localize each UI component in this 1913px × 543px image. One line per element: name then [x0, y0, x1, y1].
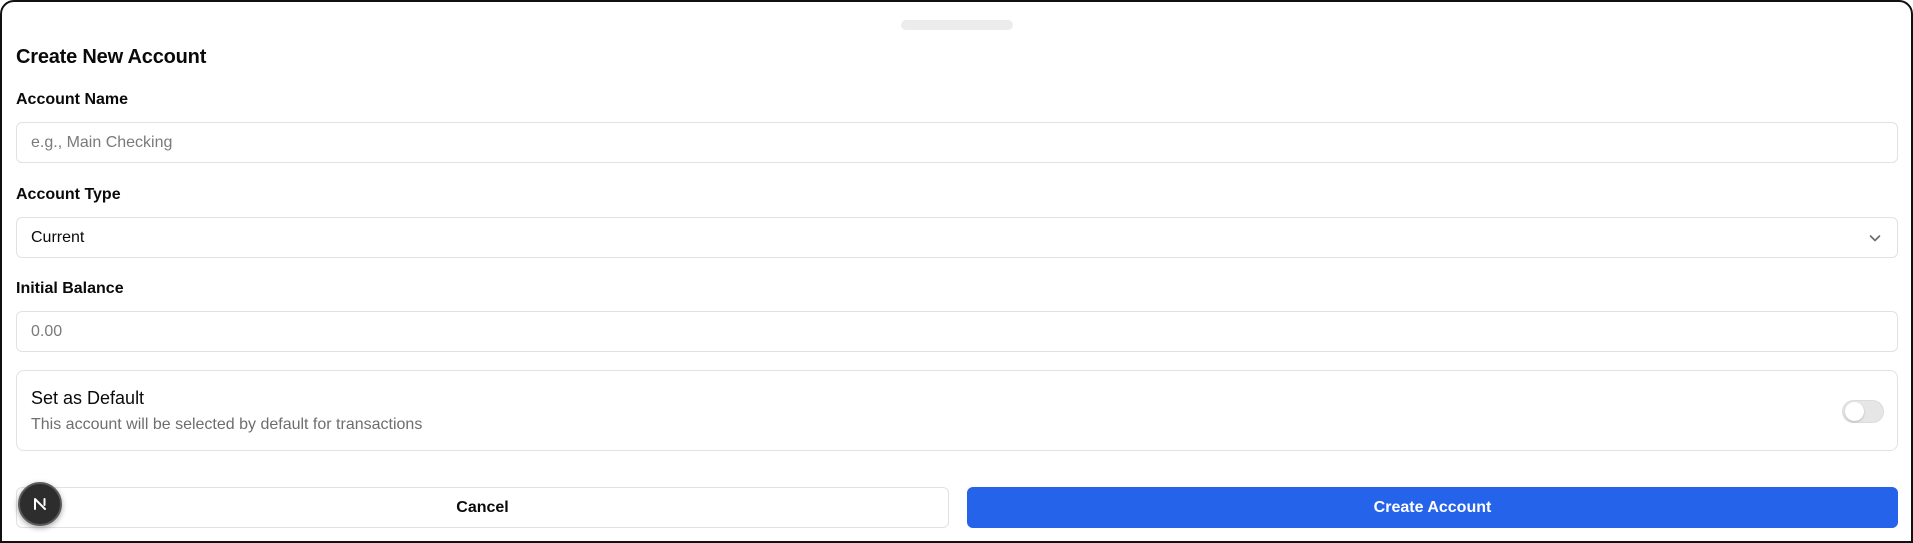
- set-default-card: Set as Default This account will be sele…: [16, 370, 1898, 451]
- initial-balance-placeholder: 0.00: [31, 322, 63, 340]
- nextjs-logo-icon[interactable]: [18, 482, 62, 526]
- initial-balance-field[interactable]: 0.00: [16, 311, 1898, 352]
- account-type-label: Account Type: [16, 186, 121, 203]
- initial-balance-label: Initial Balance: [16, 280, 124, 297]
- account-name-placeholder: e.g., Main Checking: [31, 133, 173, 151]
- create-account-sheet: Create New Account Account Name e.g., Ma…: [0, 0, 1913, 543]
- toggle-knob: [1845, 402, 1864, 421]
- drag-handle[interactable]: [901, 20, 1013, 30]
- set-default-title: Set as Default: [31, 388, 145, 408]
- account-name-label: Account Name: [16, 91, 129, 108]
- account-type-value: Current: [31, 228, 85, 246]
- dialog-title: Create New Account: [16, 46, 207, 68]
- set-default-description: This account will be selected by default…: [31, 416, 423, 433]
- create-account-button[interactable]: Create Account: [967, 487, 1898, 528]
- account-type-select[interactable]: Current: [16, 217, 1898, 258]
- chevron-down-icon: [1869, 235, 1881, 242]
- nextjs-n-glyph: [34, 498, 46, 510]
- set-default-toggle[interactable]: [1842, 400, 1884, 423]
- cancel-button[interactable]: Cancel: [16, 487, 949, 528]
- account-name-field[interactable]: e.g., Main Checking: [16, 122, 1898, 163]
